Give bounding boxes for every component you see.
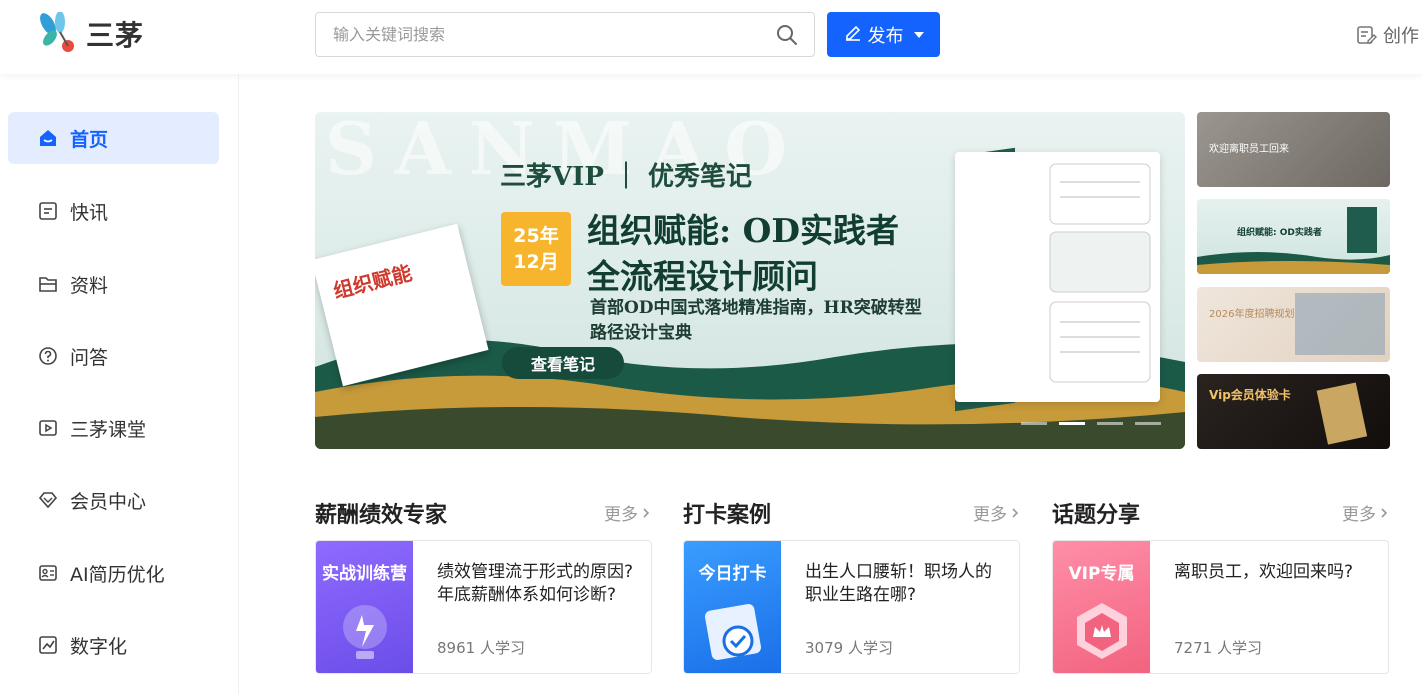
thumb-welcome-back[interactable]: 欢迎离职员工回来 (1197, 112, 1390, 187)
thumbnail-label: 实战训练营 (322, 564, 407, 584)
thumb-text: 2026年度招聘规划 (1209, 309, 1295, 320)
chart-icon (38, 635, 58, 655)
sidebar-item-label: 会员中心 (70, 490, 147, 513)
folder-icon (38, 274, 58, 294)
create-label: 创作 (1383, 26, 1419, 47)
publish-label: 发布 (867, 25, 904, 47)
resume-icon (38, 563, 58, 583)
question-icon (38, 346, 58, 366)
banner-title-line: 组织赋能: OD实践者 (587, 211, 900, 250)
section-title: 打卡案例 (683, 503, 772, 528)
badge-month: 12月 (513, 251, 559, 273)
chevron-right-icon (1012, 507, 1019, 518)
more-label: 更多 (973, 505, 1007, 525)
diamond-icon (38, 490, 58, 510)
course-thumbnail: VIP专属 (1053, 541, 1150, 673)
sidebar-item-home[interactable]: 首页 (8, 112, 219, 164)
search-box (315, 12, 815, 57)
sidebar-item-label: 三茅课堂 (70, 418, 147, 441)
play-icon (38, 418, 58, 438)
create-link[interactable]: 创作 (1355, 22, 1419, 48)
home-icon (38, 128, 58, 148)
publish-button[interactable]: 发布 (827, 12, 940, 57)
banner-desc-line: 首部OD中国式落地精准指南，HR突破转型 (590, 298, 922, 318)
learner-count: 8961 人学习 (437, 639, 525, 657)
more-link[interactable]: 更多 (604, 500, 650, 525)
logo-text: 三茅 (86, 19, 145, 52)
thumb-text: 组织赋能: OD实践者 (1237, 228, 1322, 238)
news-icon (38, 201, 58, 221)
course-card[interactable]: 实战训练营 绩效管理流于形式的原因?年底薪酬体系如何诊断? 8961 人学习 (315, 540, 652, 674)
sidebar-item-label: 首页 (70, 128, 109, 151)
search-icon[interactable] (776, 24, 798, 50)
learner-count: 3079 人学习 (805, 639, 893, 657)
carousel-dot[interactable] (1059, 422, 1085, 425)
sidebar-item-vip[interactable]: 会员中心 (8, 474, 219, 526)
banner-desc-line: 路径设计宝典 (590, 323, 692, 343)
thumb-recruit-plan[interactable]: 2026年度招聘规划 (1197, 287, 1390, 362)
sidebar-item-label: 数字化 (70, 635, 128, 658)
sidebar: 首页 快讯 资料 问答 三茅课堂 会员中心 AI简历优化 数字化 (0, 74, 239, 694)
thumb-text: Vip会员体验卡 (1209, 388, 1291, 402)
sidebar-item-qa[interactable]: 问答 (8, 330, 219, 382)
book-title: 组织赋能 (330, 260, 415, 304)
thumb-od-notes[interactable]: 组织赋能: OD实践者 (1197, 199, 1390, 274)
chevron-right-icon (1381, 507, 1388, 518)
logo-icon (38, 11, 82, 56)
hero-banner[interactable]: SANMAO 组织赋能 三茅VIP ｜ 优秀笔记 25年 12月 组织赋能: O… (315, 112, 1185, 449)
sidebar-item-classroom[interactable]: 三茅课堂 (8, 402, 219, 454)
pen-icon (844, 23, 862, 46)
carousel-indicators (1021, 422, 1161, 425)
more-link[interactable]: 更多 (973, 500, 1019, 525)
top-header: 三茅 发布 创作 (0, 0, 1423, 74)
sidebar-item-ai-resume[interactable]: AI简历优化 (8, 547, 219, 599)
thumb-text: 欢迎离职员工回来 (1209, 144, 1289, 155)
chevron-right-icon (643, 507, 650, 518)
course-thumbnail: 实战训练营 (316, 541, 413, 673)
sidebar-item-label: 资料 (70, 274, 109, 297)
thumb-vip-card[interactable]: Vip会员体验卡 (1197, 374, 1390, 449)
sidebar-item-materials[interactable]: 资料 (8, 258, 219, 310)
banner-date-badge: 25年 12月 (501, 212, 571, 286)
thumbnail-label: 今日打卡 (698, 564, 767, 584)
course-card[interactable]: 今日打卡 出生人口腰斩！职场人的职业生路在哪? 3079 人学习 (683, 540, 1020, 674)
more-label: 更多 (604, 505, 638, 525)
sidebar-item-label: AI简历优化 (70, 563, 165, 586)
section-title: 话题分享 (1052, 503, 1141, 528)
edit-doc-icon (1357, 26, 1377, 44)
learner-count: 7271 人学习 (1174, 639, 1262, 657)
banner-subtitle: 三茅VIP ｜ 优秀笔记 (500, 162, 752, 192)
sidebar-item-digital[interactable]: 数字化 (8, 619, 219, 671)
banner-title-line: 全流程设计顾问 (587, 257, 818, 296)
open-book-image (955, 152, 1160, 402)
carousel-dot[interactable] (1135, 422, 1161, 425)
view-notes-button[interactable]: 查看笔记 (502, 347, 624, 379)
more-label: 更多 (1342, 505, 1376, 525)
badge-year: 25年 (513, 225, 559, 247)
search-input[interactable] (316, 13, 756, 56)
carousel-dot[interactable] (1097, 422, 1123, 425)
banner-description: 首部OD中国式落地精准指南，HR突破转型 路径设计宝典 (590, 296, 922, 346)
course-title: 离职员工，欢迎回来吗? (1174, 562, 1354, 582)
sidebar-item-label: 快讯 (70, 201, 109, 224)
course-thumbnail: 今日打卡 (684, 541, 781, 673)
course-title: 绩效管理流于形式的原因?年底薪酬体系如何诊断? (437, 562, 634, 605)
thumbnail-label: VIP专属 (1068, 564, 1135, 584)
course-card[interactable]: VIP专属 离职员工，欢迎回来吗? 7271 人学习 (1052, 540, 1389, 674)
carousel-dot[interactable] (1021, 422, 1047, 425)
section-title: 薪酬绩效专家 (315, 503, 448, 528)
caret-down-icon (913, 31, 924, 38)
course-title: 出生人口腰斩！职场人的职业生路在哪? (805, 562, 992, 605)
sidebar-item-label: 问答 (70, 346, 109, 369)
logo[interactable]: 三茅 (38, 11, 145, 56)
banner-title: 组织赋能: OD实践者 全流程设计顾问 (587, 208, 899, 300)
sidebar-item-news[interactable]: 快讯 (8, 185, 219, 237)
more-link[interactable]: 更多 (1342, 500, 1388, 525)
